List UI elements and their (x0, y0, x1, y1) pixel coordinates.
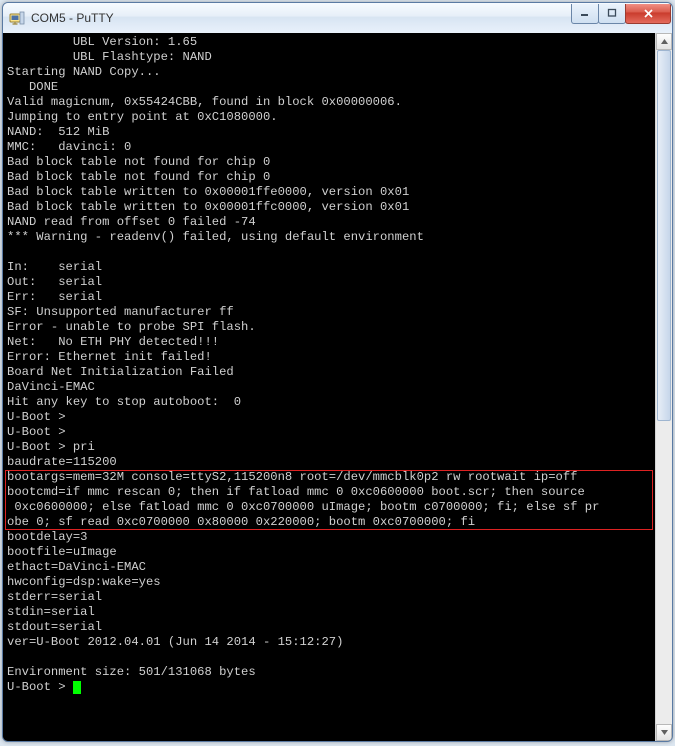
terminal-line: bootcmd=if mmc rescan 0; then if fatload… (7, 485, 655, 500)
scroll-down-button[interactable] (656, 724, 672, 741)
terminal-line (7, 650, 655, 665)
terminal-line: ethact=DaVinci-EMAC (7, 560, 655, 575)
terminal-line: In: serial (7, 260, 655, 275)
terminal-output[interactable]: UBL Version: 1.65 UBL Flashtype: NANDSta… (3, 33, 655, 741)
terminal-line: NAND: 512 MiB (7, 125, 655, 140)
window-controls (572, 4, 671, 24)
terminal-line: MMC: davinci: 0 (7, 140, 655, 155)
terminal-line: DONE (7, 80, 655, 95)
terminal-line: Err: serial (7, 290, 655, 305)
terminal-line: *** Warning - readenv() failed, using de… (7, 230, 655, 245)
terminal-line: Bad block table not found for chip 0 (7, 155, 655, 170)
terminal-line: stdin=serial (7, 605, 655, 620)
terminal-line: Error: Ethernet init failed! (7, 350, 655, 365)
terminal-line: Bad block table written to 0x00001ffe000… (7, 185, 655, 200)
terminal-line: DaVinci-EMAC (7, 380, 655, 395)
terminal-line: stderr=serial (7, 590, 655, 605)
terminal-line: obe 0; sf read 0xc0700000 0x80000 0x2200… (7, 515, 655, 530)
terminal-line: bootdelay=3 (7, 530, 655, 545)
terminal-line: U-Boot > pri (7, 440, 655, 455)
scrollbar-track[interactable] (656, 50, 672, 724)
minimize-button[interactable] (571, 4, 599, 24)
scrollbar (655, 33, 672, 741)
putty-window: COM5 - PuTTY UBL Version: 1.65 UBL Flash… (2, 2, 673, 742)
terminal-line: Valid magicnum, 0x55424CBB, found in blo… (7, 95, 655, 110)
terminal-line: Net: No ETH PHY detected!!! (7, 335, 655, 350)
terminal-line (7, 245, 655, 260)
terminal-line: UBL Version: 1.65 (7, 35, 655, 50)
terminal-line: SF: Unsupported manufacturer ff (7, 305, 655, 320)
terminal-line: Out: serial (7, 275, 655, 290)
terminal-line: U-Boot > (7, 425, 655, 440)
putty-icon (9, 10, 25, 26)
scrollbar-thumb[interactable] (657, 50, 671, 421)
terminal-line: stdout=serial (7, 620, 655, 635)
scroll-up-button[interactable] (656, 33, 672, 50)
window-title: COM5 - PuTTY (31, 11, 572, 25)
terminal-line: bootargs=mem=32M console=ttyS2,115200n8 … (7, 470, 655, 485)
terminal-line: U-Boot > (7, 410, 655, 425)
terminal-line: Starting NAND Copy... (7, 65, 655, 80)
terminal-prompt: U-Boot > (7, 680, 655, 695)
terminal-line: 0xc0600000; else fatload mmc 0 0xc070000… (7, 500, 655, 515)
terminal-line: NAND read from offset 0 failed -74 (7, 215, 655, 230)
terminal-line: hwconfig=dsp:wake=yes (7, 575, 655, 590)
cursor (73, 681, 81, 694)
terminal-line: Jumping to entry point at 0xC1080000. (7, 110, 655, 125)
maximize-button[interactable] (598, 4, 626, 24)
terminal-area: UBL Version: 1.65 UBL Flashtype: NANDSta… (3, 33, 672, 741)
terminal-line: bootfile=uImage (7, 545, 655, 560)
terminal-line: Bad block table not found for chip 0 (7, 170, 655, 185)
terminal-line: Bad block table written to 0x00001ffc000… (7, 200, 655, 215)
terminal-line: Environment size: 501/131068 bytes (7, 665, 655, 680)
close-button[interactable] (625, 4, 671, 24)
titlebar[interactable]: COM5 - PuTTY (3, 3, 672, 33)
terminal-line: Error - unable to probe SPI flash. (7, 320, 655, 335)
terminal-line: ver=U-Boot 2012.04.01 (Jun 14 2014 - 15:… (7, 635, 655, 650)
terminal-line: Board Net Initialization Failed (7, 365, 655, 380)
terminal-line: UBL Flashtype: NAND (7, 50, 655, 65)
terminal-line: baudrate=115200 (7, 455, 655, 470)
terminal-line: Hit any key to stop autoboot: 0 (7, 395, 655, 410)
